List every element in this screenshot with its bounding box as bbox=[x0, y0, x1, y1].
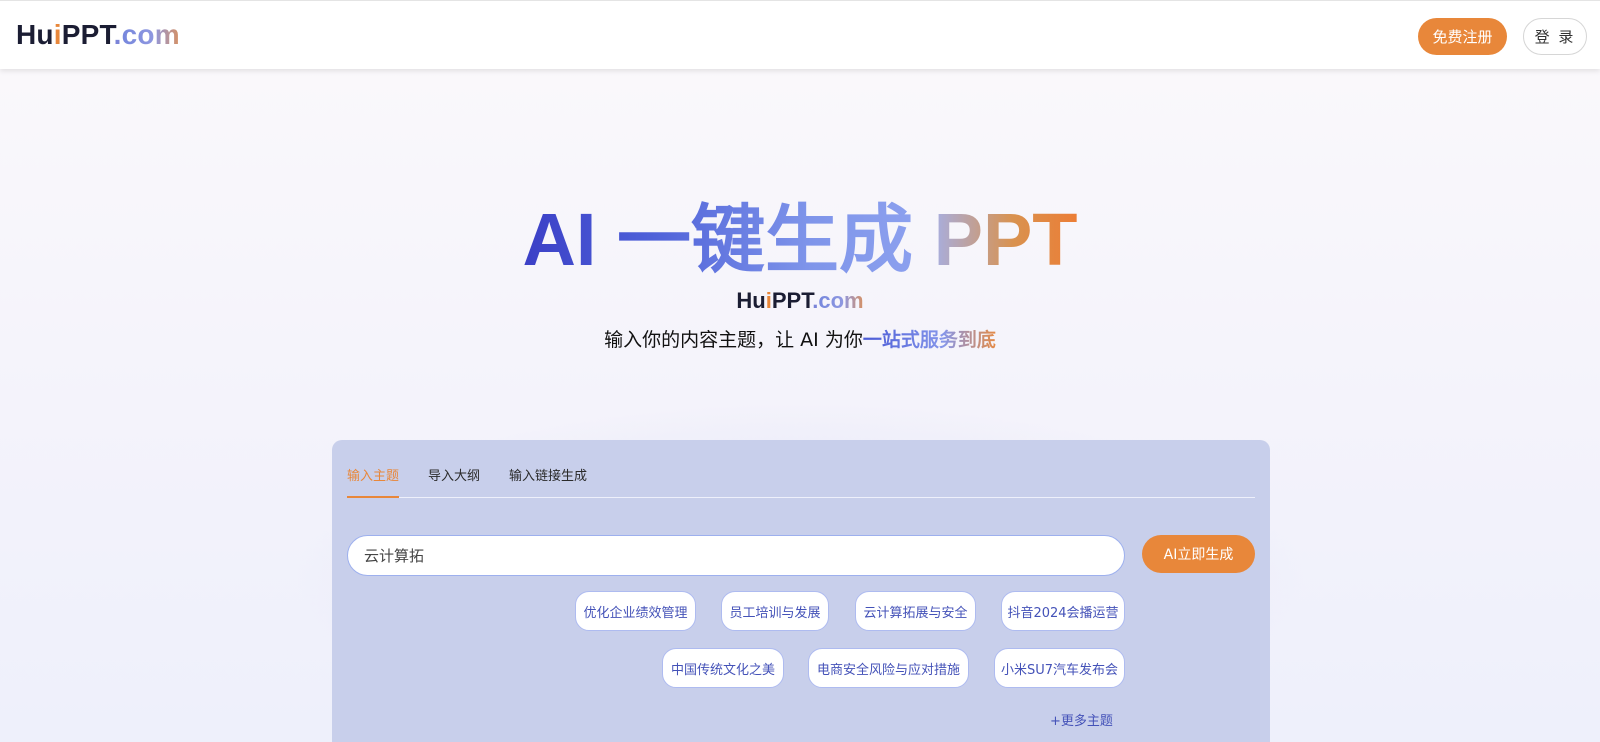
register-button[interactable]: 免费注册 bbox=[1418, 18, 1507, 55]
input-mode-tabs: 输入主题 导入大纲 输入链接生成 bbox=[347, 468, 1255, 498]
hero-subtitle-highlight: 一站式服务到底 bbox=[862, 329, 996, 351]
logo-i: i bbox=[53, 19, 62, 50]
hero-logo-com: com bbox=[818, 288, 864, 313]
hero-title-main: AI 一键生成 bbox=[522, 198, 934, 281]
hero-logo-hu: Hu bbox=[736, 288, 766, 313]
topic-chip[interactable]: 中国传统文化之美 bbox=[662, 648, 784, 688]
topic-chip[interactable]: 云计算拓展与安全 bbox=[855, 591, 976, 631]
hero-title-ppt: PPT bbox=[933, 198, 1078, 281]
topic-chip[interactable]: 抖音2024会播运营 bbox=[1001, 591, 1125, 631]
tab-outline[interactable]: 导入大纲 bbox=[428, 468, 480, 498]
hero-title: AI 一键生成 PPT bbox=[0, 198, 1600, 282]
topic-input[interactable] bbox=[347, 535, 1125, 576]
logo-com: com bbox=[121, 19, 180, 50]
generator-panel: 输入主题 导入大纲 输入链接生成 AI立即生成 优化企业绩效管理 员工培训与发展… bbox=[332, 440, 1270, 742]
more-topics-link[interactable]: +更多主题 bbox=[1050, 710, 1160, 729]
hero-subtitle-prefix: 输入你的内容主题，让 AI 为你 bbox=[604, 329, 863, 351]
hero-logo: HuiPPT.com bbox=[0, 286, 1600, 316]
logo-dot: . bbox=[113, 19, 122, 50]
tab-link[interactable]: 输入链接生成 bbox=[509, 468, 587, 498]
site-logo[interactable]: HuiPPT.com bbox=[16, 17, 180, 53]
ai-generate-button[interactable]: AI立即生成 bbox=[1142, 535, 1255, 573]
hero-logo-ppt: PPT bbox=[771, 288, 813, 313]
tab-topic[interactable]: 输入主题 bbox=[347, 468, 399, 498]
login-button[interactable]: 登 录 bbox=[1523, 18, 1587, 55]
topic-chip[interactable]: 员工培训与发展 bbox=[721, 591, 829, 631]
topic-chip[interactable]: 电商安全风险与应对措施 bbox=[808, 648, 969, 688]
top-header: HuiPPT.com 免费注册 登 录 bbox=[0, 0, 1600, 69]
hero-subtitle: 输入你的内容主题，让 AI 为你一站式服务到底 bbox=[0, 326, 1600, 354]
logo-hu: Hu bbox=[16, 19, 54, 50]
topic-chip[interactable]: 小米SU7汽车发布会 bbox=[994, 648, 1125, 688]
topic-chip[interactable]: 优化企业绩效管理 bbox=[575, 591, 696, 631]
logo-ppt: PPT bbox=[61, 19, 114, 50]
